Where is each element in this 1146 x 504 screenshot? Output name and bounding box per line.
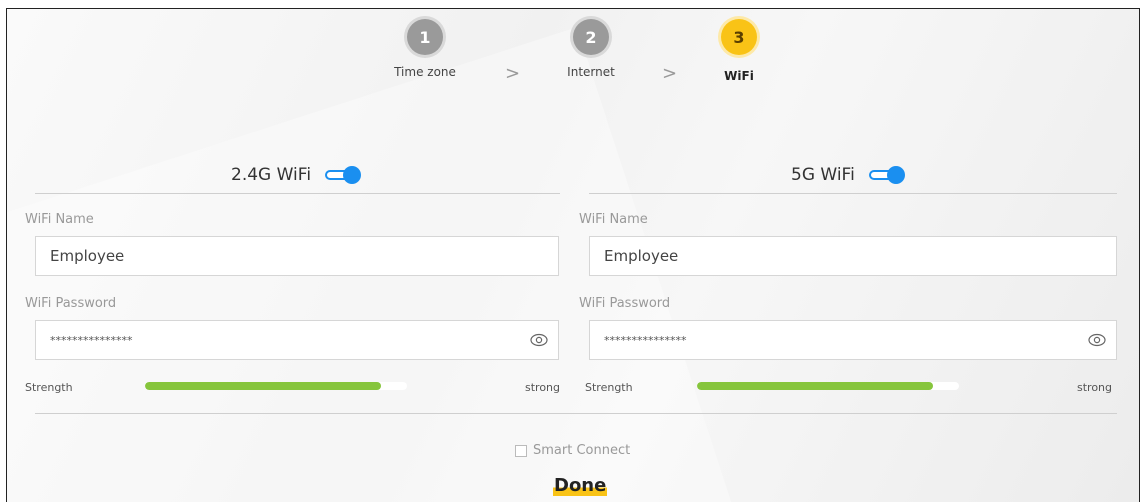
strength-text-2g: strong bbox=[525, 381, 561, 394]
wifi-name-value-5g: Employee bbox=[604, 247, 679, 265]
smart-connect-checkbox[interactable] bbox=[515, 444, 527, 457]
step-internet: 2 Internet bbox=[541, 15, 641, 79]
wifi-password-input-2g[interactable]: *************** bbox=[35, 320, 559, 360]
strength-bar-5g bbox=[697, 382, 959, 390]
wifi-name-value-2g: Employee bbox=[50, 247, 125, 265]
band-5g-toggle[interactable] bbox=[868, 166, 905, 184]
divider bbox=[35, 193, 560, 194]
wizard-panel: 1 Time zone > 2 Internet > 3 WiFi 2.4G W… bbox=[6, 8, 1140, 502]
toggle-knob bbox=[886, 166, 905, 184]
band-2g-toggle[interactable] bbox=[325, 166, 362, 184]
divider bbox=[35, 413, 1117, 414]
eye-icon[interactable] bbox=[530, 333, 548, 347]
wifi-name-input-5g[interactable]: Employee bbox=[589, 236, 1117, 276]
step-1-label: Time zone bbox=[394, 65, 456, 79]
strength-bar-2g bbox=[145, 382, 407, 390]
step-separator: > bbox=[662, 63, 678, 84]
step-wifi: 3 WiFi bbox=[689, 15, 789, 83]
strength-label-2g: Strength bbox=[25, 381, 73, 394]
band-5g-title: 5G WiFi bbox=[791, 165, 855, 185]
divider bbox=[589, 193, 1117, 194]
strength-fill-2g bbox=[145, 382, 381, 390]
step-1-circle: 1 bbox=[407, 19, 443, 55]
band-2g-title: 2.4G WiFi bbox=[231, 165, 312, 185]
band-5g-header: 5G WiFi bbox=[791, 165, 905, 185]
eye-icon[interactable] bbox=[1088, 333, 1106, 347]
step-time-zone: 1 Time zone bbox=[375, 15, 475, 79]
band-2g-header: 2.4G WiFi bbox=[231, 165, 362, 185]
wifi-password-label-5g: WiFi Password bbox=[579, 296, 671, 311]
wifi-password-value-5g: *************** bbox=[604, 333, 687, 347]
toggle-knob bbox=[343, 166, 362, 184]
wifi-name-label-2g: WiFi Name bbox=[25, 212, 94, 227]
strength-text-5g: strong bbox=[1077, 381, 1113, 394]
wifi-password-value-2g: *************** bbox=[50, 333, 133, 347]
wifi-name-label-5g: WiFi Name bbox=[579, 212, 648, 227]
wifi-password-input-5g[interactable]: *************** bbox=[589, 320, 1117, 360]
done-button[interactable]: Done bbox=[553, 475, 608, 496]
strength-fill-5g bbox=[697, 382, 933, 390]
step-3-circle: 3 bbox=[721, 19, 757, 55]
wifi-name-input-2g[interactable]: Employee bbox=[35, 236, 559, 276]
step-3-label: WiFi bbox=[724, 69, 754, 83]
step-2-circle: 2 bbox=[573, 19, 609, 55]
step-separator: > bbox=[505, 63, 521, 84]
smart-connect[interactable]: Smart Connect bbox=[515, 443, 630, 458]
smart-connect-label: Smart Connect bbox=[533, 443, 631, 458]
step-2-label: Internet bbox=[567, 65, 615, 79]
wifi-password-label-2g: WiFi Password bbox=[25, 296, 117, 311]
strength-label-5g: Strength bbox=[585, 381, 633, 394]
